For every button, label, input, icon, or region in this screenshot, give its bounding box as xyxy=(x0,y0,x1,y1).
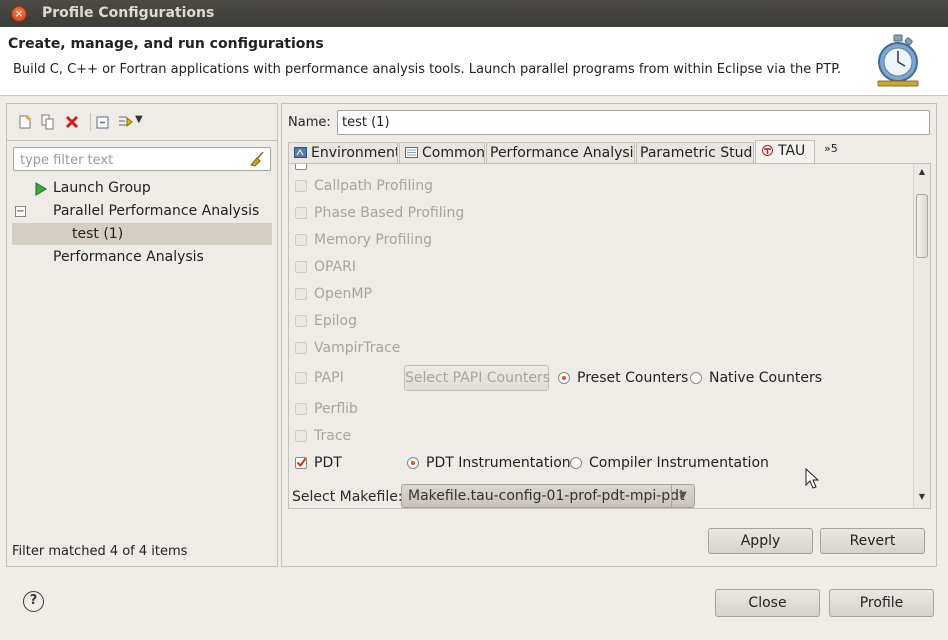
filter-box xyxy=(13,147,271,171)
perflib-label: Perflib xyxy=(314,401,358,417)
dialog-header: Create, manage, and run configurations B… xyxy=(0,27,948,96)
select-makefile-label: Select Makefile: xyxy=(292,489,403,505)
tree-item-parallel-performance-analysis[interactable]: Parallel Performance Analysis xyxy=(53,200,259,222)
configuration-editor-panel: Name: Environment Common Performance Ana… xyxy=(281,103,937,567)
delete-icon[interactable] xyxy=(64,114,80,130)
launch-group-icon xyxy=(35,182,47,196)
memory-profiling-checkbox[interactable] xyxy=(295,234,307,246)
header-title: Create, manage, and run configurations xyxy=(8,36,324,52)
pdt-instrumentation-label: PDT Instrumentation xyxy=(426,455,571,471)
epilog-checkbox[interactable] xyxy=(295,315,307,327)
duplicate-icon[interactable] xyxy=(40,114,56,130)
apply-button[interactable]: Apply xyxy=(708,528,813,554)
tab-strip: Environment Common Performance Analysis … xyxy=(288,140,931,163)
common-icon xyxy=(405,147,418,158)
preset-counters-radio[interactable] xyxy=(558,372,570,384)
window-title: Profile Configurations xyxy=(42,5,215,21)
tab-label: Common xyxy=(422,145,485,161)
new-configuration-icon[interactable] xyxy=(17,114,33,130)
tab-parametric-study[interactable]: Parametric Study xyxy=(636,142,754,163)
openmp-label: OpenMP xyxy=(314,286,372,302)
callpath-profiling-label: Callpath Profiling xyxy=(314,178,433,194)
close-button[interactable]: Close xyxy=(715,589,820,617)
native-counters-label: Native Counters xyxy=(709,370,823,386)
tau-options-content: Callpath Profiling Phase Based Profiling… xyxy=(288,163,931,509)
window-close-icon[interactable]: × xyxy=(11,6,27,22)
tree-item-label: test (1) xyxy=(72,226,124,242)
name-input[interactable] xyxy=(337,110,930,135)
openmp-checkbox[interactable] xyxy=(295,288,307,300)
pdt-label: PDT xyxy=(314,455,342,471)
tab-label: TAU xyxy=(778,143,806,159)
tab-tau[interactable]: TAU xyxy=(755,140,815,163)
name-label: Name: xyxy=(288,115,331,130)
stopwatch-icon xyxy=(877,34,919,87)
epilog-label: Epilog xyxy=(314,313,357,329)
tab-environment[interactable]: Environment xyxy=(288,142,398,163)
scroll-down-icon[interactable]: ▼ xyxy=(914,492,930,501)
memory-profiling-label: Memory Profiling xyxy=(314,232,432,248)
perflib-checkbox[interactable] xyxy=(295,403,307,415)
opari-checkbox[interactable] xyxy=(295,261,307,273)
configuration-list-panel: ▼ Launch Group − Parallel Performance An… xyxy=(6,103,278,567)
options-scrollbar[interactable]: ▲ ▼ xyxy=(913,164,930,508)
header-description: Build C, C++ or Fortran applications wit… xyxy=(13,62,842,77)
help-icon[interactable]: ? xyxy=(23,591,44,612)
phase-based-profiling-label: Phase Based Profiling xyxy=(314,205,465,221)
clipped-checkbox xyxy=(295,164,307,170)
tab-performance-analysis[interactable]: Performance Analysis xyxy=(486,142,635,163)
toolbar-separator xyxy=(90,113,91,131)
checkmark-icon xyxy=(296,457,307,468)
trace-label: Trace xyxy=(314,428,352,444)
tau-icon xyxy=(762,145,773,156)
makefile-select-value: Makefile.tau-config-01-prof-pdt-mpi-pdt xyxy=(408,488,685,504)
compiler-instrumentation-radio[interactable] xyxy=(570,457,582,469)
tab-label: Environment xyxy=(311,145,398,161)
phase-based-profiling-checkbox[interactable] xyxy=(295,207,307,219)
more-tabs-button[interactable]: »5 xyxy=(824,142,838,155)
revert-button[interactable]: Revert xyxy=(820,528,925,554)
tree-item-launch-group[interactable]: Launch Group xyxy=(53,177,151,199)
vampirtrace-checkbox[interactable] xyxy=(295,342,307,354)
papi-checkbox[interactable] xyxy=(295,372,307,384)
mouse-cursor-icon xyxy=(805,468,819,489)
tab-common[interactable]: Common xyxy=(399,142,485,163)
filter-icon[interactable] xyxy=(118,114,134,130)
select-papi-counters-button[interactable]: Select PAPI Counters xyxy=(404,365,550,391)
profile-button[interactable]: Profile xyxy=(829,589,934,617)
collapse-toggle-icon[interactable]: − xyxy=(15,206,26,217)
pdt-instrumentation-radio[interactable] xyxy=(407,457,419,469)
tree-item-test-1[interactable]: test (1) xyxy=(12,223,272,245)
trace-checkbox[interactable] xyxy=(295,430,307,442)
environment-icon xyxy=(294,147,307,158)
option-papi: PAPI Select PAPI Counters Preset Counter… xyxy=(289,365,909,391)
clear-filter-icon[interactable] xyxy=(250,151,266,167)
tree-item-performance-analysis[interactable]: Performance Analysis xyxy=(53,246,204,268)
filter-status: Filter matched 4 of 4 items xyxy=(12,544,188,559)
scrollbar-thumb[interactable] xyxy=(916,194,928,258)
chevron-down-icon: ▼ xyxy=(671,485,694,507)
filter-input[interactable] xyxy=(18,149,247,171)
papi-label: PAPI xyxy=(314,370,344,386)
makefile-select[interactable]: Makefile.tau-config-01-prof-pdt-mpi-pdt … xyxy=(401,484,695,508)
title-bar: × Profile Configurations xyxy=(0,0,948,27)
vampirtrace-label: VampirTrace xyxy=(314,340,401,356)
compiler-instrumentation-label: Compiler Instrumentation xyxy=(589,455,769,471)
collapse-all-icon[interactable] xyxy=(95,114,111,130)
preset-counters-label: Preset Counters xyxy=(577,370,689,386)
left-toolbar: ▼ xyxy=(7,104,277,141)
native-counters-radio[interactable] xyxy=(690,372,702,384)
opari-label: OPARI xyxy=(314,259,356,275)
callpath-profiling-checkbox[interactable] xyxy=(295,180,307,192)
dropdown-arrow-icon[interactable]: ▼ xyxy=(135,114,143,125)
scroll-up-icon[interactable]: ▲ xyxy=(914,167,930,176)
